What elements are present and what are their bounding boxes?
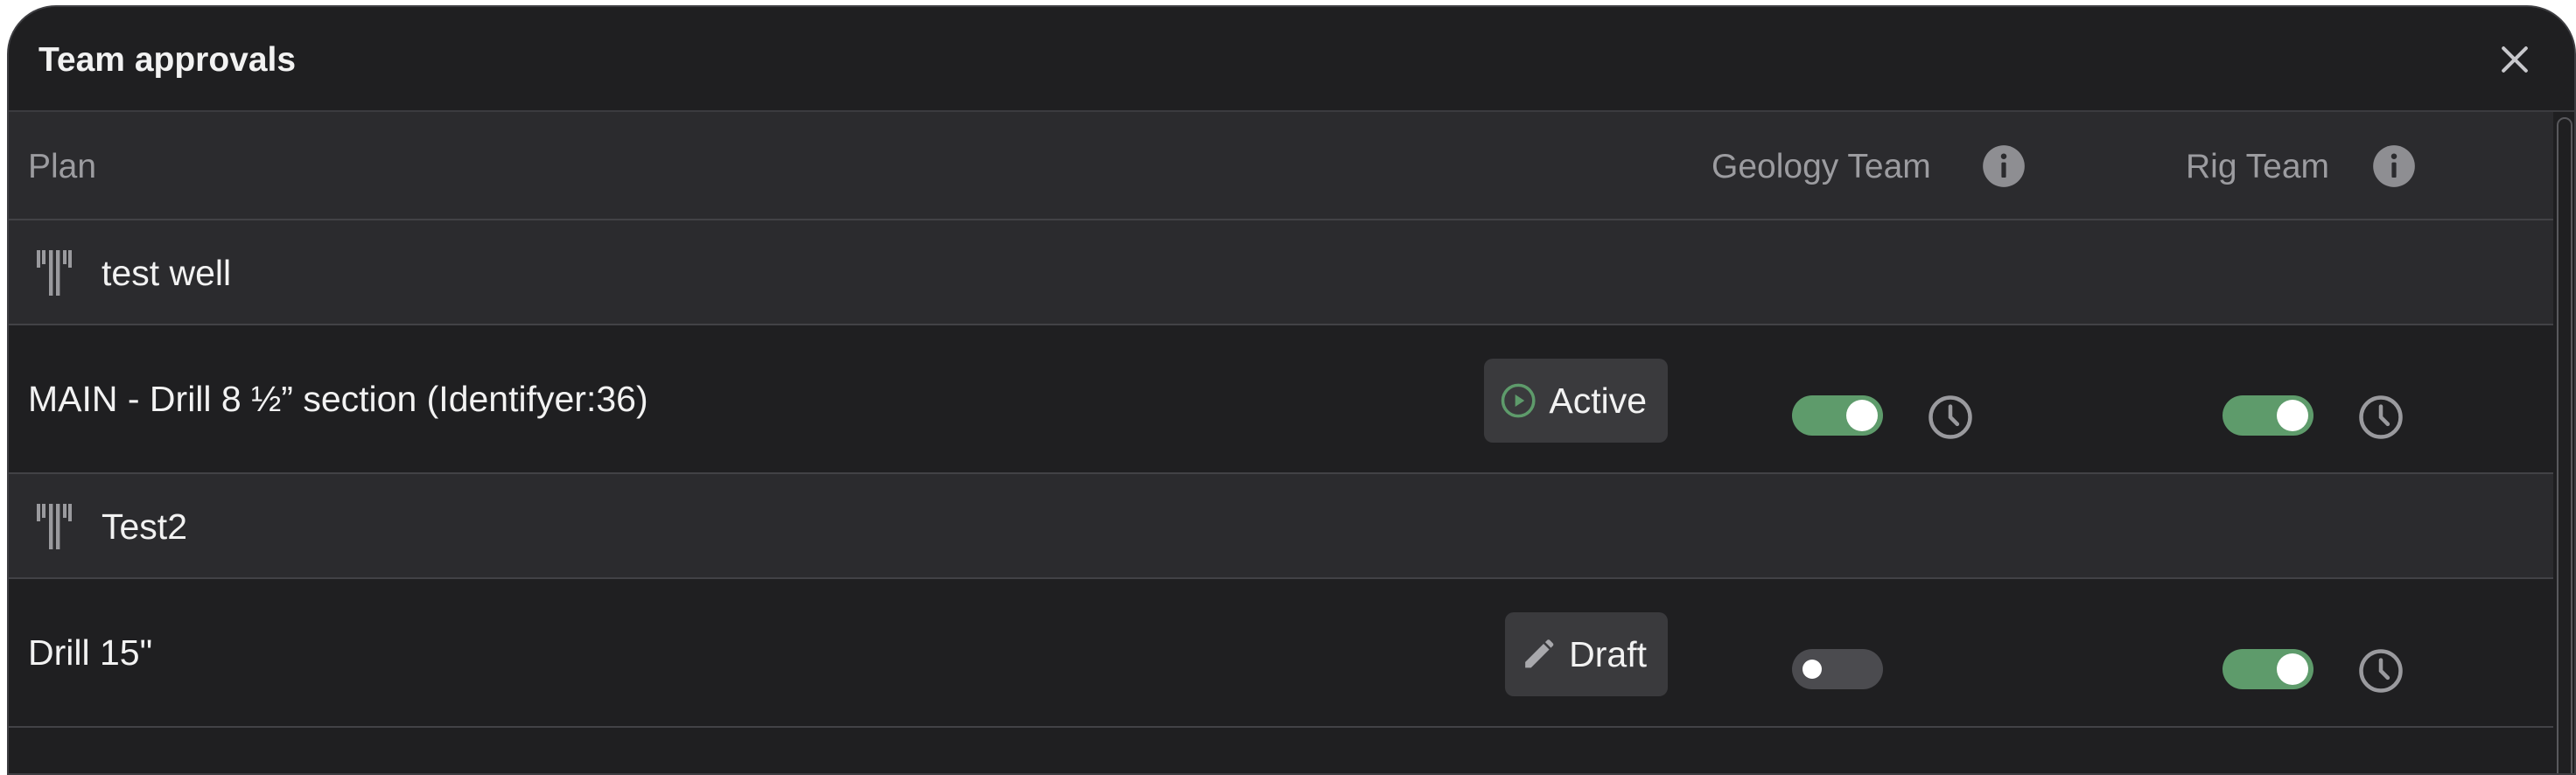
play-circle-icon	[1501, 383, 1536, 418]
table-header-row: Plan Geology Team Rig Team	[9, 112, 2553, 220]
plan-name[interactable]: Drill 15"	[28, 630, 152, 675]
group-row: test well	[9, 220, 2553, 325]
status-badge: Draft	[1505, 612, 1668, 696]
rig-approval-toggle[interactable]	[2222, 649, 2314, 689]
dialog-title: Team approvals	[38, 41, 297, 79]
scrollbar[interactable]	[2555, 112, 2574, 773]
group-name: Test2	[102, 506, 187, 547]
info-icon[interactable]	[1981, 143, 2026, 189]
rig-approval-toggle[interactable]	[2222, 395, 2314, 436]
close-icon[interactable]	[2496, 40, 2534, 79]
geology-approval-toggle[interactable]	[1792, 395, 1883, 436]
pencil-icon	[1525, 639, 1554, 668]
dialog-header: Team approvals	[9, 7, 2574, 112]
table-row[interactable]: Drill 15" Draft	[9, 579, 2553, 728]
column-header-geology-team: Geology Team	[1712, 148, 1931, 185]
history-icon[interactable]	[2357, 647, 2404, 695]
well-icon	[33, 500, 75, 553]
info-icon[interactable]	[2371, 143, 2417, 189]
column-header-rig-team: Rig Team	[2186, 148, 2330, 185]
well-icon	[33, 247, 75, 299]
history-icon[interactable]	[2357, 394, 2404, 441]
group-row: Test2	[9, 474, 2553, 579]
status-label: Active	[1549, 380, 1647, 421]
status-badge: Active	[1484, 359, 1668, 443]
plan-name[interactable]: MAIN - Drill 8 ½” section (Identifyer:36…	[28, 376, 648, 422]
history-icon[interactable]	[1927, 394, 1974, 441]
approvals-table: Plan Geology Team Rig Team test well MAI…	[9, 112, 2553, 728]
status-label: Draft	[1569, 633, 1647, 674]
table-row[interactable]: MAIN - Drill 8 ½” section (Identifyer:36…	[9, 325, 2553, 474]
scrollbar-thumb[interactable]	[2557, 117, 2572, 773]
column-header-plan: Plan	[28, 148, 97, 185]
group-name: test well	[102, 253, 232, 293]
team-approvals-dialog: Team approvals Plan Geology Team Rig Tea…	[7, 5, 2576, 775]
geology-approval-toggle[interactable]	[1792, 649, 1883, 689]
